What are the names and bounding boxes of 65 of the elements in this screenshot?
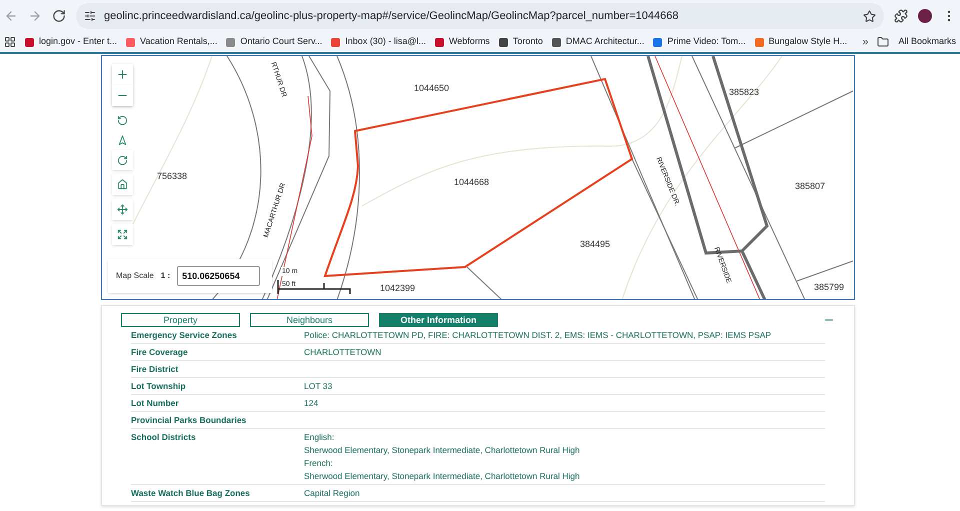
tab[interactable]: Other Information — [379, 313, 498, 327]
field-label: Emergency Service Zones — [131, 329, 238, 341]
bookmark-link[interactable]: Prime Video: Tom... — [667, 35, 746, 49]
parcel-number: 385823 — [729, 86, 760, 99]
field-value: English: — [304, 431, 336, 443]
north-arrow-icon — [117, 134, 128, 146]
folder-icon — [877, 36, 890, 48]
address-bar[interactable]: geolinc.princeedwardisland.ca/geolinc-plus-property-map#/service/GeolincMap/GeolincMap?parcel_number=1044668 — [76, 3, 884, 29]
reload-icon[interactable] — [52, 9, 66, 23]
bookmark-link[interactable]: Ontario Court Serv... — [240, 35, 322, 49]
rotate-right-icon — [117, 154, 128, 166]
pan-button[interactable] — [112, 199, 133, 220]
profile-avatar[interactable] — [918, 9, 932, 23]
parcel-number: 1044668 — [454, 176, 490, 189]
field-label: Fire Coverage — [131, 346, 189, 358]
rotate-left-icon — [117, 114, 128, 126]
field-value: 124 — [304, 397, 318, 409]
url-text: geolinc.princeedwardisland.ca/geolinc-plus-property-map#/service/GeolincMap/GeolincMap?parcel_number=1044668 — [104, 8, 680, 24]
all-bookmarks-link[interactable]: All Bookmarks — [898, 35, 956, 49]
parcel-number: 385807 — [795, 180, 826, 193]
home-icon — [117, 179, 128, 190]
back-icon[interactable] — [4, 9, 18, 23]
field-value: French: — [304, 457, 334, 469]
bookmark-star-icon[interactable] — [863, 10, 876, 22]
plus-icon — [116, 68, 129, 81]
parcel-number: 1044650 — [414, 82, 450, 95]
field-label: Provincial Parks Boundaries — [131, 414, 248, 426]
forward-icon[interactable] — [28, 9, 42, 23]
field-label: Waste Watch Blue Bag Zones — [131, 487, 251, 499]
fullscreen-icon — [117, 229, 128, 240]
field-label: Lot Township — [131, 380, 187, 392]
parcel-number: 1042399 — [380, 282, 416, 295]
bookmark-link[interactable]: login.gov - Enter t... — [39, 35, 118, 49]
field-value: Sherwood Elementary, Stonepark Intermediate, Charlottetown Rural High — [304, 444, 580, 456]
map-scale-label: Map Scale — [116, 270, 154, 282]
parcel-number: 385799 — [814, 281, 844, 294]
field-label: School Districts — [131, 431, 197, 444]
bookmark-link[interactable]: Toronto — [512, 35, 543, 49]
tab[interactable]: Property — [121, 313, 240, 327]
parcel-number: 756338 — [157, 170, 188, 183]
rotate-right-button[interactable] — [112, 150, 133, 170]
bookmark-link[interactable]: Vacation Rentals,... — [140, 35, 218, 49]
extensions-icon[interactable] — [894, 9, 908, 23]
more-bookmarks-button[interactable]: » — [862, 34, 868, 50]
field-value: LOT 33 — [304, 380, 332, 392]
parcel-number: 384495 — [580, 238, 610, 251]
move-icon — [117, 204, 128, 215]
field-label: Lot Number — [131, 397, 180, 409]
bookmark-link[interactable]: Webforms — [448, 35, 490, 49]
field-value: Sherwood Elementary, Stonepark Intermediate, Charlottetown Rural High — [304, 470, 580, 482]
scale-input-field[interactable]: 510.06250654 — [177, 266, 260, 286]
site-info-icon[interactable] — [84, 10, 96, 22]
boundary-line — [466, 266, 502, 299]
field-value: Police: CHARLOTTETOWN PD, FIRE: CHARLOTTETOWN DIST. 2, EMS: IEMS - CHARLOTTETOWN, PSAP: IEMS PSAP — [304, 329, 772, 341]
fullscreen-button[interactable] — [112, 224, 133, 245]
bookmark-link[interactable]: Bungalow Style H... — [768, 35, 848, 49]
apps-icon[interactable] — [4, 36, 16, 48]
field-value: CHARLOTTETOWN — [304, 346, 382, 358]
bookmark-link[interactable]: DMAC Architectur... — [566, 35, 644, 49]
field-label: Fire District — [131, 363, 180, 375]
home-button[interactable] — [112, 174, 133, 195]
tab[interactable]: Neighbours — [250, 313, 369, 327]
field-value: Capital Region — [304, 487, 360, 499]
scale-ratio-label: 1 : — [160, 270, 170, 282]
bookmark-link[interactable]: Inbox (30) - lisa@l... — [345, 35, 426, 49]
